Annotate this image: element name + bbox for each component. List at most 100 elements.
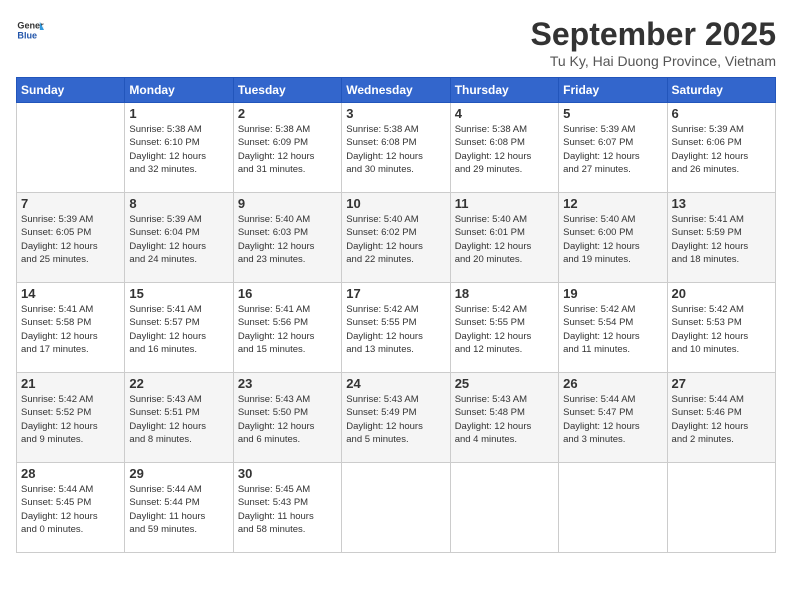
day-info: Sunrise: 5:40 AM Sunset: 6:03 PM Dayligh… (238, 213, 337, 266)
day-info: Sunrise: 5:45 AM Sunset: 5:43 PM Dayligh… (238, 483, 337, 536)
col-sunday: Sunday (17, 78, 125, 103)
day-number: 13 (672, 196, 771, 211)
day-number: 6 (672, 106, 771, 121)
calendar-cell: 25 Sunrise: 5:43 AM Sunset: 5:48 PM Dayli… (450, 373, 558, 463)
day-info: Sunrise: 5:41 AM Sunset: 5:58 PM Dayligh… (21, 303, 120, 356)
week-row-4: 21Sunrise: 5:42 AM Sunset: 5:52 PM Dayli… (17, 373, 776, 463)
calendar-cell: 19 Sunrise: 5:42 AM Sunset: 5:54 PM Dayli… (559, 283, 667, 373)
week-row-1: 1 Sunrise: 5:38 AM Sunset: 6:10 PM Daylig… (17, 103, 776, 193)
calendar-cell: 5Sunrise: 5:39 AM Sunset: 6:07 PM Daylig… (559, 103, 667, 193)
day-number: 8 (129, 196, 228, 211)
calendar-cell: 12 Sunrise: 5:40 AM Sunset: 6:00 PM Dayli… (559, 193, 667, 283)
day-number: 19 (563, 286, 662, 301)
calendar-table: Sunday Monday Tuesday Wednesday Thursday… (16, 77, 776, 553)
day-number: 16 (238, 286, 337, 301)
day-number: 18 (455, 286, 554, 301)
calendar-cell: 16 Sunrise: 5:41 AM Sunset: 5:56 PM Dayli… (233, 283, 341, 373)
day-number: 2 (238, 106, 337, 121)
day-info: Sunrise: 5:42 AM Sunset: 5:55 PM Dayligh… (455, 303, 554, 356)
logo: General Blue (16, 16, 44, 44)
day-number: 4 (455, 106, 554, 121)
calendar-cell (559, 463, 667, 553)
day-info: Sunrise: 5:43 AM Sunset: 5:48 PM Dayligh… (455, 393, 554, 446)
calendar-cell: 22Sunrise: 5:43 AM Sunset: 5:51 PM Dayli… (125, 373, 233, 463)
calendar-cell: 23Sunrise: 5:43 AM Sunset: 5:50 PM Dayli… (233, 373, 341, 463)
day-info: Sunrise: 5:44 AM Sunset: 5:47 PM Dayligh… (563, 393, 662, 446)
day-number: 7 (21, 196, 120, 211)
calendar-subtitle: Tu Ky, Hai Duong Province, Vietnam (531, 53, 776, 69)
calendar-cell: 6 Sunrise: 5:39 AM Sunset: 6:06 PM Daylig… (667, 103, 775, 193)
day-info: Sunrise: 5:39 AM Sunset: 6:07 PM Dayligh… (563, 123, 662, 176)
day-info: Sunrise: 5:39 AM Sunset: 6:04 PM Dayligh… (129, 213, 228, 266)
col-saturday: Saturday (667, 78, 775, 103)
svg-text:Blue: Blue (17, 30, 37, 40)
col-friday: Friday (559, 78, 667, 103)
calendar-cell: 13 Sunrise: 5:41 AM Sunset: 5:59 PM Dayli… (667, 193, 775, 283)
calendar-cell: 15 Sunrise: 5:41 AM Sunset: 5:57 PM Dayli… (125, 283, 233, 373)
day-info: Sunrise: 5:41 AM Sunset: 5:56 PM Dayligh… (238, 303, 337, 356)
day-number: 11 (455, 196, 554, 211)
day-number: 15 (129, 286, 228, 301)
calendar-cell: 29 Sunrise: 5:44 AM Sunset: 5:44 PM Dayli… (125, 463, 233, 553)
col-wednesday: Wednesday (342, 78, 450, 103)
calendar-cell: 20 Sunrise: 5:42 AM Sunset: 5:53 PM Dayli… (667, 283, 775, 373)
calendar-cell: 18 Sunrise: 5:42 AM Sunset: 5:55 PM Dayli… (450, 283, 558, 373)
calendar-cell: 28 Sunrise: 5:44 AM Sunset: 5:45 PM Dayli… (17, 463, 125, 553)
calendar-cell (667, 463, 775, 553)
header-row: Sunday Monday Tuesday Wednesday Thursday… (17, 78, 776, 103)
calendar-cell (17, 103, 125, 193)
calendar-cell: 4Sunrise: 5:38 AM Sunset: 6:08 PM Daylig… (450, 103, 558, 193)
day-info: Sunrise: 5:39 AM Sunset: 6:06 PM Dayligh… (672, 123, 771, 176)
calendar-cell: 7 Sunrise: 5:39 AM Sunset: 6:05 PM Daylig… (17, 193, 125, 283)
day-info: Sunrise: 5:40 AM Sunset: 6:00 PM Dayligh… (563, 213, 662, 266)
col-thursday: Thursday (450, 78, 558, 103)
calendar-cell: 10Sunrise: 5:40 AM Sunset: 6:02 PM Dayli… (342, 193, 450, 283)
day-info: Sunrise: 5:42 AM Sunset: 5:54 PM Dayligh… (563, 303, 662, 356)
day-number: 1 (129, 106, 228, 121)
week-row-5: 28 Sunrise: 5:44 AM Sunset: 5:45 PM Dayli… (17, 463, 776, 553)
calendar-cell: 21Sunrise: 5:42 AM Sunset: 5:52 PM Dayli… (17, 373, 125, 463)
day-number: 24 (346, 376, 445, 391)
day-info: Sunrise: 5:44 AM Sunset: 5:45 PM Dayligh… (21, 483, 120, 536)
calendar-cell: 30 Sunrise: 5:45 AM Sunset: 5:43 PM Dayli… (233, 463, 341, 553)
day-number: 21 (21, 376, 120, 391)
day-number: 27 (672, 376, 771, 391)
header: General Blue September 2025 Tu Ky, Hai D… (16, 16, 776, 69)
day-number: 30 (238, 466, 337, 481)
day-number: 25 (455, 376, 554, 391)
calendar-cell: 26Sunrise: 5:44 AM Sunset: 5:47 PM Dayli… (559, 373, 667, 463)
logo-icon: General Blue (16, 16, 44, 44)
day-info: Sunrise: 5:38 AM Sunset: 6:10 PM Dayligh… (129, 123, 228, 176)
day-info: Sunrise: 5:41 AM Sunset: 5:57 PM Dayligh… (129, 303, 228, 356)
day-info: Sunrise: 5:40 AM Sunset: 6:01 PM Dayligh… (455, 213, 554, 266)
calendar-title: September 2025 (531, 16, 776, 53)
calendar-cell: 24 Sunrise: 5:43 AM Sunset: 5:49 PM Dayli… (342, 373, 450, 463)
day-number: 3 (346, 106, 445, 121)
day-info: Sunrise: 5:40 AM Sunset: 6:02 PM Dayligh… (346, 213, 445, 266)
day-info: Sunrise: 5:44 AM Sunset: 5:44 PM Dayligh… (129, 483, 228, 536)
day-info: Sunrise: 5:44 AM Sunset: 5:46 PM Dayligh… (672, 393, 771, 446)
day-number: 17 (346, 286, 445, 301)
day-number: 12 (563, 196, 662, 211)
col-tuesday: Tuesday (233, 78, 341, 103)
day-number: 28 (21, 466, 120, 481)
day-number: 22 (129, 376, 228, 391)
calendar-cell: 8 Sunrise: 5:39 AM Sunset: 6:04 PM Daylig… (125, 193, 233, 283)
week-row-2: 7 Sunrise: 5:39 AM Sunset: 6:05 PM Daylig… (17, 193, 776, 283)
day-info: Sunrise: 5:38 AM Sunset: 6:09 PM Dayligh… (238, 123, 337, 176)
calendar-cell: 27 Sunrise: 5:44 AM Sunset: 5:46 PM Dayli… (667, 373, 775, 463)
day-info: Sunrise: 5:39 AM Sunset: 6:05 PM Dayligh… (21, 213, 120, 266)
day-info: Sunrise: 5:42 AM Sunset: 5:55 PM Dayligh… (346, 303, 445, 356)
calendar-cell (342, 463, 450, 553)
week-row-3: 14Sunrise: 5:41 AM Sunset: 5:58 PM Dayli… (17, 283, 776, 373)
day-number: 20 (672, 286, 771, 301)
day-number: 9 (238, 196, 337, 211)
day-info: Sunrise: 5:43 AM Sunset: 5:49 PM Dayligh… (346, 393, 445, 446)
calendar-cell: 17 Sunrise: 5:42 AM Sunset: 5:55 PM Dayli… (342, 283, 450, 373)
col-monday: Monday (125, 78, 233, 103)
day-info: Sunrise: 5:41 AM Sunset: 5:59 PM Dayligh… (672, 213, 771, 266)
day-info: Sunrise: 5:42 AM Sunset: 5:53 PM Dayligh… (672, 303, 771, 356)
calendar-cell: 2 Sunrise: 5:38 AM Sunset: 6:09 PM Daylig… (233, 103, 341, 193)
day-info: Sunrise: 5:38 AM Sunset: 6:08 PM Dayligh… (346, 123, 445, 176)
day-number: 29 (129, 466, 228, 481)
